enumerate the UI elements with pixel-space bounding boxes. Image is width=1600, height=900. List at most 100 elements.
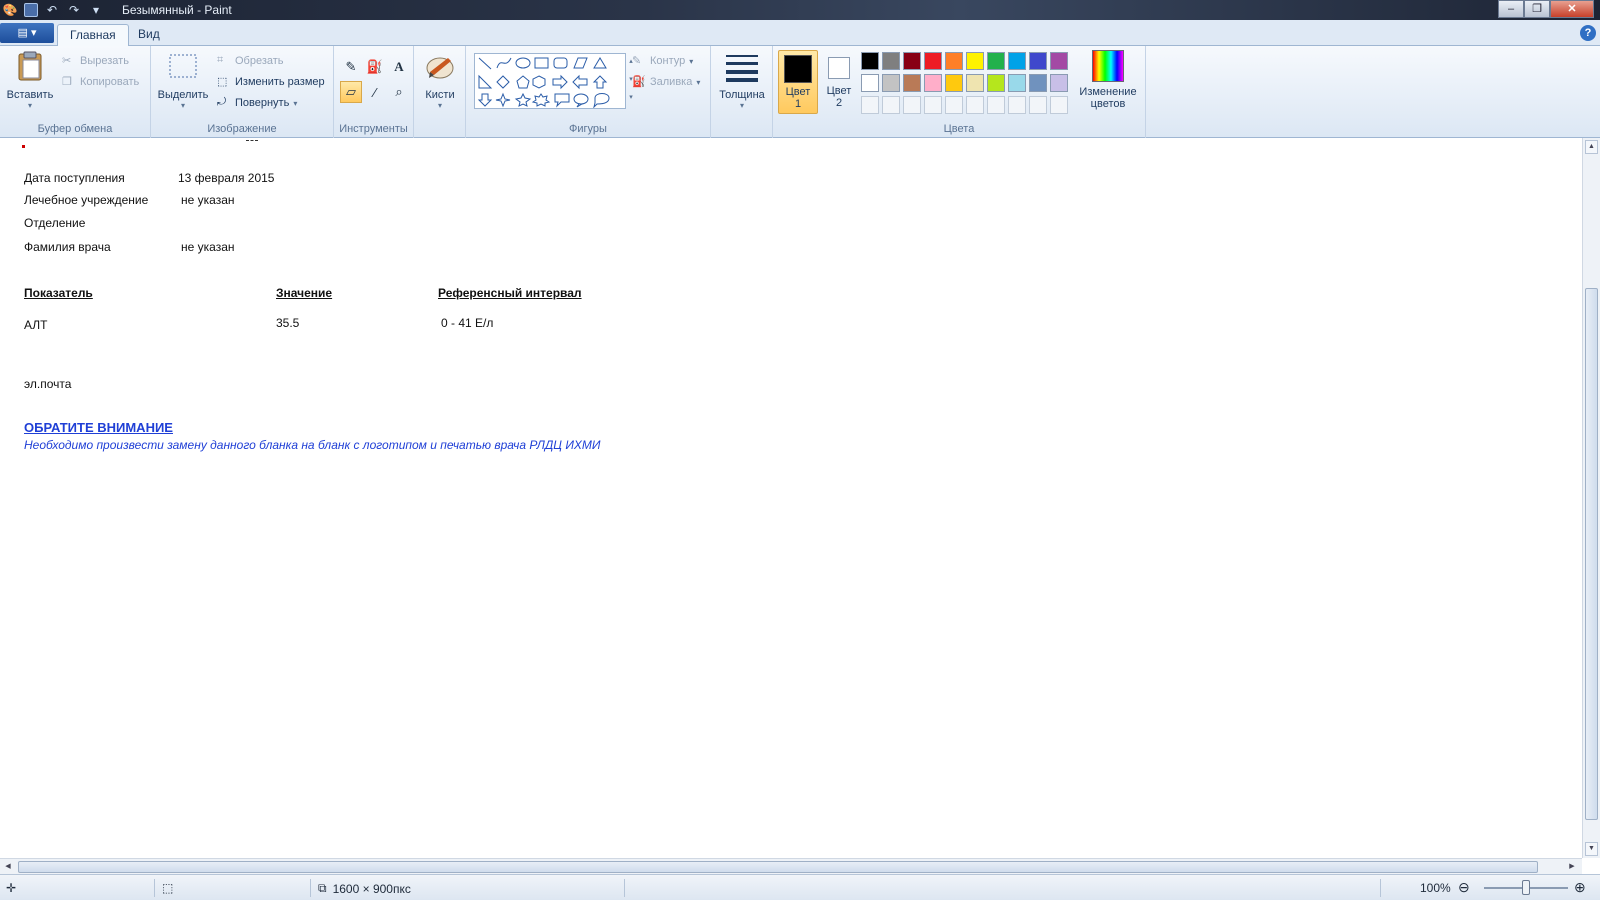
zoom-in-icon[interactable]: ⊕ bbox=[1574, 879, 1586, 896]
drawing-canvas[interactable]: Дата поступления 13 февраля 2015 Лечебно… bbox=[0, 138, 1582, 858]
save-icon[interactable] bbox=[24, 3, 38, 17]
palette-color-swatch[interactable] bbox=[966, 74, 984, 92]
brushes-button[interactable]: Кисти ▾ bbox=[418, 50, 462, 110]
palette-custom-color-slot[interactable] bbox=[987, 96, 1005, 114]
edit-colors-button[interactable]: Изменение цветов bbox=[1075, 50, 1141, 110]
quick-access-toolbar: 🎨 ↶ ↷ ▾ bbox=[2, 2, 104, 18]
resize-button[interactable]: ⬚ Изменить размер bbox=[217, 75, 325, 89]
rotate-icon: ⤾ bbox=[217, 96, 227, 108]
color2-button[interactable]: Цвет 2 bbox=[821, 50, 857, 109]
text-tool-icon[interactable]: A bbox=[388, 56, 410, 78]
field-label-institution: Лечебное учреждение bbox=[24, 193, 149, 207]
palette-color-swatch[interactable] bbox=[1008, 52, 1026, 70]
outline-button[interactable]: ✎ Контур ▾ bbox=[632, 54, 693, 68]
rotate-dropdown-icon: ▾ bbox=[293, 98, 298, 108]
palette-color-swatch[interactable] bbox=[903, 74, 921, 92]
palette-color-swatch[interactable] bbox=[1029, 52, 1047, 70]
palette-color-swatch[interactable] bbox=[1050, 74, 1068, 92]
scroll-left-icon[interactable]: ◀ bbox=[2, 861, 14, 873]
title-bar: 🎨 ↶ ↷ ▾ Безымянный - Paint ‒ ❐ ✕ bbox=[0, 0, 1600, 20]
palette-custom-color-slot[interactable] bbox=[1050, 96, 1068, 114]
palette-custom-color-slot[interactable] bbox=[1008, 96, 1026, 114]
shapes-gallery[interactable] bbox=[474, 53, 626, 109]
palette-color-swatch[interactable] bbox=[882, 74, 900, 92]
fill-bucket-icon[interactable]: ⛽ bbox=[364, 56, 386, 78]
palette-color-swatch[interactable] bbox=[903, 52, 921, 70]
palette-color-swatch[interactable] bbox=[987, 52, 1005, 70]
field-label-admission-date: Дата поступления bbox=[24, 171, 125, 185]
palette-custom-color-slot[interactable] bbox=[945, 96, 963, 114]
table-cell-reference: 0 - 41 Е/л bbox=[441, 316, 494, 330]
horizontal-scroll-thumb[interactable] bbox=[18, 861, 1538, 873]
fill-icon: ⛽ bbox=[632, 76, 646, 88]
customize-quick-access-icon[interactable]: ▾ bbox=[88, 2, 104, 18]
size-button[interactable]: Толщина ▾ bbox=[715, 50, 769, 110]
palette-custom-color-slot[interactable] bbox=[861, 96, 879, 114]
palette-custom-color-slot[interactable] bbox=[1029, 96, 1047, 114]
color1-button[interactable]: Цвет 1 bbox=[778, 50, 818, 114]
tab-view[interactable]: Вид bbox=[126, 24, 172, 46]
scroll-right-icon[interactable]: ▶ bbox=[1566, 861, 1578, 873]
palette-color-swatch[interactable] bbox=[945, 74, 963, 92]
palette-color-swatch[interactable] bbox=[861, 52, 879, 70]
palette-custom-color-slot[interactable] bbox=[924, 96, 942, 114]
minimize-button[interactable]: ‒ bbox=[1498, 0, 1524, 18]
palette-color-swatch[interactable] bbox=[882, 52, 900, 70]
crop-button[interactable]: ⌗ Обрезать bbox=[217, 54, 284, 68]
zoom-out-icon[interactable]: ⊖ bbox=[1458, 879, 1470, 896]
scroll-down-icon[interactable]: ▼ bbox=[1585, 842, 1598, 856]
clipboard-group-label: Буфер обмена bbox=[37, 123, 113, 135]
copy-button[interactable]: ❐ Копировать bbox=[62, 75, 139, 89]
pencil-icon[interactable]: ✎ bbox=[340, 56, 362, 78]
paste-icon bbox=[18, 51, 42, 81]
palette-color-swatch[interactable] bbox=[1008, 74, 1026, 92]
paint-menu-button[interactable]: ▤ ▾ bbox=[0, 23, 54, 43]
window-title: Безымянный - Paint bbox=[122, 3, 232, 17]
color-picker-icon[interactable]: ⁄ bbox=[364, 81, 386, 103]
tools-group: ✎ ⛽ A ▱ ⁄ ⌕ Инструменты bbox=[334, 46, 414, 138]
palette-custom-color-slot[interactable] bbox=[903, 96, 921, 114]
table-cell-value: 35.5 bbox=[276, 316, 300, 330]
image-size-text: 1600 × 900пкс bbox=[332, 881, 411, 896]
help-icon[interactable]: ? bbox=[1580, 25, 1596, 41]
rotate-button[interactable]: ⤾ Повернуть ▾ bbox=[217, 96, 297, 110]
eraser-icon[interactable]: ▱ bbox=[340, 81, 362, 103]
select-button[interactable]: Выделить ▾ bbox=[155, 50, 211, 110]
size-group: Толщина ▾ bbox=[711, 46, 773, 138]
paint-app-icon[interactable]: 🎨 bbox=[2, 2, 18, 18]
outline-dropdown-icon: ▾ bbox=[689, 56, 694, 66]
tab-home[interactable]: Главная bbox=[57, 24, 129, 46]
horizontal-scrollbar[interactable]: ◀ ▶ bbox=[0, 858, 1582, 874]
close-button[interactable]: ✕ bbox=[1550, 0, 1594, 18]
select-rectangle-icon bbox=[169, 54, 197, 78]
scroll-up-icon[interactable]: ▲ bbox=[1585, 140, 1598, 154]
clipboard-group: Вставить ▾ ✂ Вырезать ❐ Копировать Буфер… bbox=[0, 46, 151, 138]
fill-button[interactable]: ⛽ Заливка ▾ bbox=[632, 75, 700, 89]
palette-color-swatch[interactable] bbox=[1050, 52, 1068, 70]
palette-color-swatch[interactable] bbox=[987, 74, 1005, 92]
palette-custom-color-slot[interactable] bbox=[966, 96, 984, 114]
palette-color-swatch[interactable] bbox=[861, 74, 879, 92]
ribbon-tabs: ▤ ▾ Главная Вид ? bbox=[0, 20, 1600, 46]
vertical-scroll-thumb[interactable] bbox=[1585, 288, 1598, 820]
magnifier-icon[interactable]: ⌕ bbox=[388, 81, 410, 103]
maximize-button[interactable]: ❐ bbox=[1524, 0, 1550, 18]
cut-button[interactable]: ✂ Вырезать bbox=[62, 54, 129, 68]
zoom-level: 100% bbox=[1420, 881, 1451, 895]
paste-button[interactable]: Вставить ▾ bbox=[6, 50, 54, 110]
palette-color-swatch[interactable] bbox=[924, 52, 942, 70]
fill-dropdown-icon: ▾ bbox=[696, 77, 701, 87]
undo-icon[interactable]: ↶ bbox=[44, 2, 60, 18]
vertical-scrollbar[interactable]: ▲ ▼ bbox=[1582, 138, 1600, 858]
palette-color-swatch[interactable] bbox=[1029, 74, 1047, 92]
field-value-institution: не указан bbox=[181, 193, 235, 207]
zoom-slider-thumb[interactable] bbox=[1522, 880, 1530, 895]
palette-custom-color-slot[interactable] bbox=[882, 96, 900, 114]
palette-color-swatch[interactable] bbox=[966, 52, 984, 70]
palette-color-swatch[interactable] bbox=[924, 74, 942, 92]
email-label: эл.почта bbox=[24, 377, 72, 391]
palette-color-swatch[interactable] bbox=[945, 52, 963, 70]
red-dot-mark bbox=[22, 145, 25, 148]
copy-icon: ❐ bbox=[62, 76, 72, 88]
redo-icon[interactable]: ↷ bbox=[66, 2, 82, 18]
